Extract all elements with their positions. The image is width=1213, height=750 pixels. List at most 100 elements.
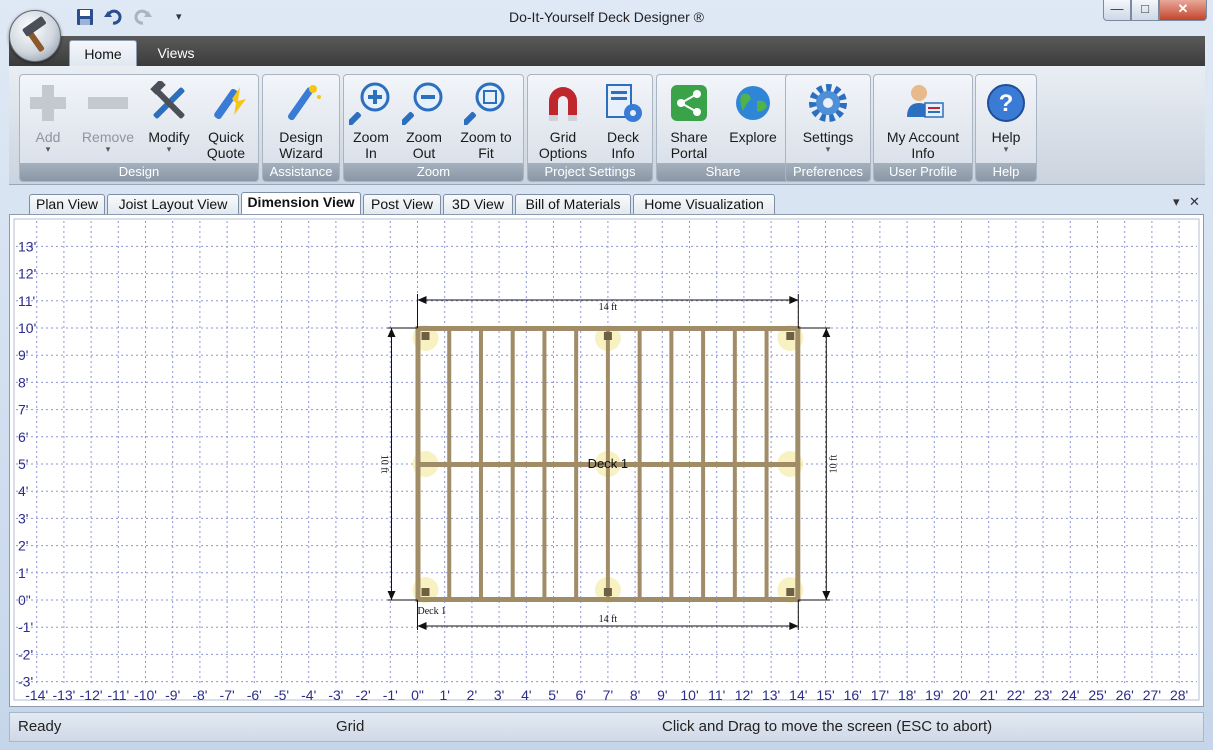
help-icon: ? xyxy=(987,84,1025,122)
ribbon-tab-strip: Home Views xyxy=(9,36,1205,67)
tab-dimension-view[interactable]: Dimension View xyxy=(241,192,361,215)
qat-menu-caret[interactable]: ▾ xyxy=(176,10,182,23)
redo-icon[interactable] xyxy=(134,8,152,30)
user-card-icon xyxy=(907,85,944,118)
svg-text:?: ? xyxy=(999,90,1014,117)
close-document-button[interactable]: ✕ xyxy=(1189,194,1200,210)
tab-joist-layout-view[interactable]: Joist Layout View xyxy=(107,194,239,214)
deck-name-label: Deck 1 xyxy=(588,456,628,471)
deck-post xyxy=(786,332,795,340)
explore-button[interactable]: Explore xyxy=(721,77,785,161)
application-menu-button[interactable] xyxy=(9,10,61,62)
status-hint: Click and Drag to move the screen (ESC t… xyxy=(662,718,993,735)
tab-home-visualization[interactable]: Home Visualization xyxy=(633,194,775,214)
x-axis-label: 8' xyxy=(630,687,640,703)
gear-icon xyxy=(809,84,847,122)
group-label-assistance: Assistance xyxy=(263,163,339,181)
ribbon-tab-home[interactable]: Home xyxy=(69,40,137,67)
deck-info-button[interactable]: Deck Info xyxy=(598,77,648,161)
deck-rim-bottom xyxy=(415,597,801,602)
x-axis-label: 20' xyxy=(952,687,970,703)
x-axis-label: -10' xyxy=(134,687,157,703)
tab-plan-view[interactable]: Plan View xyxy=(29,194,105,214)
globe-icon xyxy=(736,86,770,120)
group-label-share: Share xyxy=(657,163,789,181)
remove-button[interactable]: Remove ▾ xyxy=(76,77,140,161)
ribbon-group-help: ? Help ▾ Help xyxy=(975,74,1037,182)
quick-access-toolbar: ▾ xyxy=(62,6,192,30)
x-axis-label: 7' xyxy=(603,687,613,703)
tab-3d-view[interactable]: 3D View xyxy=(443,194,513,214)
tab-post-view[interactable]: Post View xyxy=(363,194,441,214)
status-mode: Grid xyxy=(336,718,365,735)
dimension-arrow xyxy=(789,622,799,630)
dimension-arrow xyxy=(417,296,427,304)
x-axis-label: -13' xyxy=(52,687,75,703)
remove-label: Remove xyxy=(81,129,135,145)
y-axis-label: 1' xyxy=(18,565,28,581)
settings-label: Settings xyxy=(802,129,854,145)
minimize-button[interactable]: — xyxy=(1103,0,1131,21)
x-axis-label: 2' xyxy=(467,687,477,703)
x-axis-label: -7' xyxy=(220,687,235,703)
settings-button[interactable]: Settings ▾ xyxy=(790,77,866,161)
design-wizard-label-2: Wizard xyxy=(279,145,323,161)
deck-post xyxy=(603,332,612,340)
remove-caret: ▾ xyxy=(105,144,111,154)
my-account-info-button[interactable]: My Account Info xyxy=(878,77,968,161)
add-caret: ▾ xyxy=(45,144,51,154)
help-button[interactable]: ? Help ▾ xyxy=(980,77,1032,161)
x-axis-label: 9' xyxy=(657,687,667,703)
y-axis-label: 5' xyxy=(18,456,28,472)
ribbon-tab-views[interactable]: Views xyxy=(144,40,208,66)
group-label-design: Design xyxy=(20,163,258,181)
share-portal-button[interactable]: Share Portal xyxy=(661,77,717,161)
zoom-in-icon xyxy=(349,82,390,125)
x-axis-label: -5' xyxy=(274,687,289,703)
zoom-out-icon xyxy=(402,82,443,125)
save-icon[interactable] xyxy=(76,8,94,30)
ribbon: Add ▾ Remove ▾ Modify ▾ Quick Quote Desi… xyxy=(9,66,1205,185)
tab-bill-of-materials[interactable]: Bill of Materials xyxy=(515,194,631,214)
x-axis-label: 14' xyxy=(789,687,807,703)
ribbon-group-design: Add ▾ Remove ▾ Modify ▾ Quick Quote Desi… xyxy=(19,74,259,182)
grid-options-button[interactable]: Grid Options xyxy=(532,77,594,161)
plus-icon xyxy=(30,85,66,121)
dimension-label: 10 ft xyxy=(379,455,390,474)
add-button[interactable]: Add ▾ xyxy=(22,77,74,161)
tools-icon xyxy=(150,81,185,119)
zoom-out-label-2: Out xyxy=(412,145,436,161)
dimension-arrow xyxy=(789,296,799,304)
x-axis-label: 18' xyxy=(898,687,916,703)
deck-info-label-2: Info xyxy=(611,145,635,161)
maximize-button[interactable]: □ xyxy=(1131,0,1159,21)
share-portal-label-2: Portal xyxy=(670,145,708,161)
dimension-label: 14 ft xyxy=(599,614,618,625)
y-axis-label: 3' xyxy=(18,510,28,526)
x-axis-label: 23' xyxy=(1034,687,1052,703)
design-wizard-button[interactable]: Design Wizard xyxy=(267,77,335,161)
x-axis-label: 10' xyxy=(680,687,698,703)
zoom-to-fit-button[interactable]: Zoom to Fit xyxy=(452,77,520,161)
zoom-to-fit-label-2: Fit xyxy=(478,145,494,161)
magic-wand-icon xyxy=(288,85,321,121)
close-button[interactable]: ✕ xyxy=(1159,0,1207,21)
y-axis-label: 13' xyxy=(18,238,36,254)
x-axis-label: 1' xyxy=(439,687,449,703)
zoom-in-button[interactable]: Zoom In xyxy=(346,77,396,161)
dimension-view-drawing[interactable]: 13' 12' 11' 10' 9' 8' 7' 6' 5' 4' 3' 2' 1' 0" -1' -2' -3… xyxy=(10,215,1203,706)
quick-quote-button[interactable]: Quick Quote xyxy=(198,77,254,161)
modify-label: Modify xyxy=(148,129,190,145)
x-axis-label: 13' xyxy=(762,687,780,703)
zoom-out-button[interactable]: Zoom Out xyxy=(398,77,450,161)
zoom-in-label-2: In xyxy=(365,145,377,161)
tab-list-dropdown[interactable]: ▾ xyxy=(1173,194,1180,210)
zoom-in-label-1: Zoom xyxy=(353,129,389,145)
magnet-icon xyxy=(549,87,577,121)
my-account-label-2: Info xyxy=(911,145,935,161)
design-canvas[interactable]: 13' 12' 11' 10' 9' 8' 7' 6' 5' 4' 3' 2' 1' 0" -1' -2' -3… xyxy=(9,214,1204,707)
undo-icon[interactable] xyxy=(104,8,122,30)
title-bar: Do-It-Yourself Deck Designer ® ▾ — □ ✕ xyxy=(0,0,1213,36)
modify-button[interactable]: Modify ▾ xyxy=(142,77,196,161)
y-axis-label: 9' xyxy=(18,347,28,363)
